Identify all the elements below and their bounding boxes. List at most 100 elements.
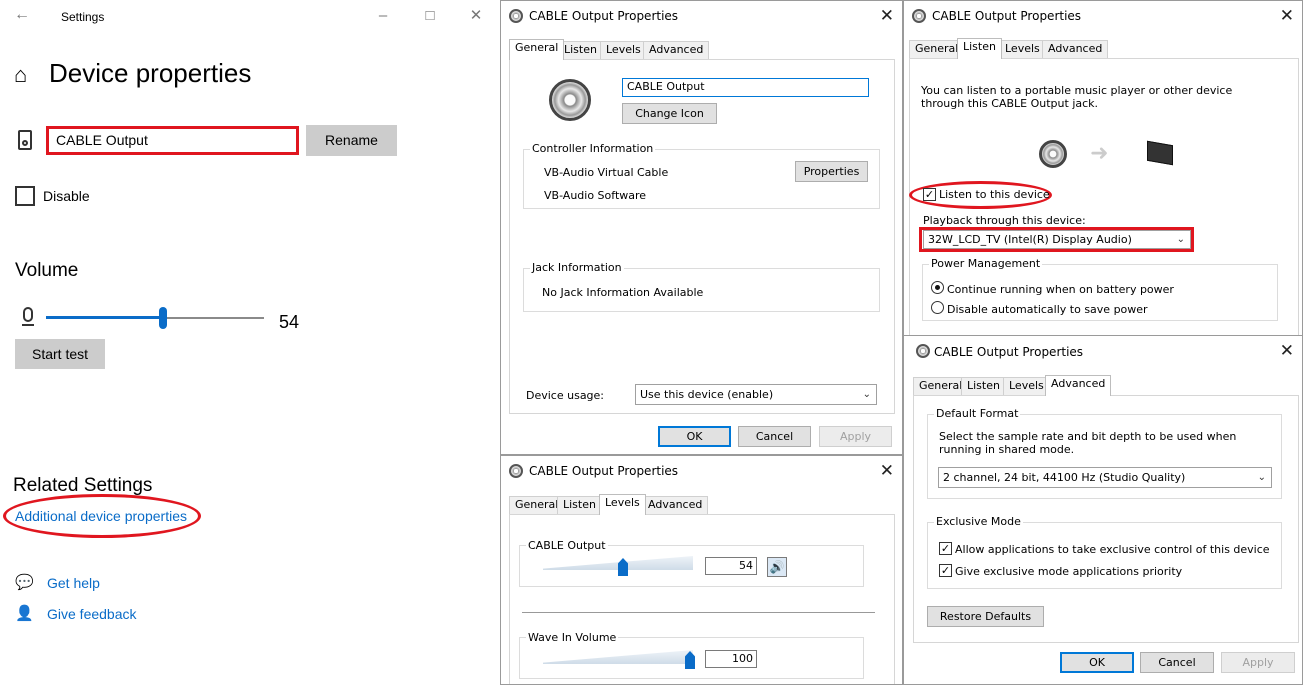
additional-device-properties-link[interactable]: Additional device properties bbox=[15, 508, 187, 524]
speaker-icon bbox=[509, 9, 523, 23]
wave-in-level-value[interactable]: 100 bbox=[705, 650, 757, 668]
exclusive-control-label: Allow applications to take exclusive con… bbox=[955, 543, 1270, 556]
listen-properties-dialog: CABLE Output Properties ✕ General Listen… bbox=[903, 0, 1303, 340]
change-icon-button[interactable]: Change Icon bbox=[622, 103, 717, 124]
volume-heading: Volume bbox=[15, 260, 79, 281]
ok-button[interactable]: OK bbox=[1060, 652, 1134, 673]
tab-advanced[interactable]: Advanced bbox=[1045, 375, 1112, 396]
apply-button[interactable]: Apply bbox=[1221, 652, 1295, 673]
jack-info-text: No Jack Information Available bbox=[542, 286, 704, 299]
speaker-device-icon bbox=[18, 130, 32, 150]
volume-value: 54 bbox=[279, 312, 300, 332]
speaker-icon bbox=[509, 464, 523, 478]
close-icon[interactable]: ✕ bbox=[1280, 341, 1294, 361]
format-value: 2 channel, 24 bit, 44100 Hz (Studio Qual… bbox=[943, 471, 1186, 484]
power-management-heading: Power Management bbox=[929, 257, 1043, 270]
cancel-button[interactable]: Cancel bbox=[1140, 652, 1214, 673]
power-option-continue-label: Continue running when on battery power bbox=[947, 283, 1174, 296]
tab-levels[interactable]: Levels bbox=[600, 41, 647, 59]
close-icon[interactable]: ✕ bbox=[880, 461, 894, 481]
format-select[interactable]: 2 channel, 24 bit, 44100 Hz (Studio Qual… bbox=[938, 467, 1272, 488]
restore-defaults-button[interactable]: Restore Defaults bbox=[927, 606, 1044, 627]
advanced-properties-dialog: CABLE Output Properties ✕ General Listen… bbox=[903, 335, 1303, 685]
listen-description: You can listen to a portable music playe… bbox=[921, 84, 1233, 110]
tab-listen[interactable]: Listen bbox=[961, 377, 1006, 395]
chevron-down-icon: ⌄ bbox=[862, 389, 871, 400]
ok-button[interactable]: OK bbox=[658, 426, 731, 447]
give-feedback-link[interactable]: Give feedback bbox=[47, 606, 137, 622]
close-icon[interactable]: ✕ bbox=[880, 6, 894, 26]
help-icon: 💬 bbox=[15, 574, 34, 591]
exclusive-priority-checkbox[interactable]: ✓ bbox=[939, 564, 952, 577]
controller-vendor: VB-Audio Software bbox=[544, 189, 647, 202]
cancel-button[interactable]: Cancel bbox=[738, 426, 811, 447]
rename-button[interactable]: Rename bbox=[306, 125, 397, 156]
dialog-title: CABLE Output Properties bbox=[529, 464, 679, 478]
dialog-titlebar: CABLE Output Properties ✕ bbox=[501, 1, 902, 31]
divider bbox=[522, 612, 875, 613]
disable-label: Disable bbox=[43, 188, 90, 204]
device-usage-label: Device usage: bbox=[526, 389, 605, 402]
tab-general[interactable]: General bbox=[509, 39, 565, 60]
window-title: Settings bbox=[61, 10, 105, 24]
playback-device-select[interactable]: 32W_LCD_TV (Intel(R) Display Audio) ⌄ bbox=[923, 230, 1191, 249]
close-icon[interactable]: ✕ bbox=[1280, 6, 1294, 26]
power-option-disable-radio[interactable] bbox=[931, 301, 944, 314]
home-icon[interactable]: ⌂ bbox=[14, 62, 27, 88]
speaker-icon bbox=[916, 344, 930, 358]
power-option-disable-label: Disable automatically to save power bbox=[947, 303, 1148, 316]
mute-speaker-icon[interactable]: 🔊 bbox=[767, 557, 787, 577]
tab-advanced[interactable]: Advanced bbox=[643, 41, 710, 59]
volume-slider-thumb[interactable] bbox=[159, 307, 167, 329]
tab-advanced[interactable]: Advanced bbox=[642, 496, 709, 514]
back-arrow-icon[interactable]: ← bbox=[14, 6, 30, 24]
get-help-link[interactable]: Get help bbox=[47, 575, 100, 591]
chevron-down-icon: ⌄ bbox=[1257, 472, 1266, 483]
tab-levels[interactable]: Levels bbox=[599, 494, 646, 515]
apply-button[interactable]: Apply bbox=[819, 426, 892, 447]
wave-in-level-label: Wave In Volume bbox=[526, 631, 619, 644]
close-button[interactable]: ✕ bbox=[461, 6, 491, 26]
default-format-heading: Default Format bbox=[934, 407, 1021, 420]
tab-listen[interactable]: Listen bbox=[558, 41, 603, 59]
dialog-titlebar: CABLE Output Properties ✕ bbox=[904, 1, 1302, 31]
device-name-input[interactable]: CABLE Output bbox=[46, 126, 299, 155]
page-title: Device properties bbox=[49, 58, 252, 88]
dialog-title: CABLE Output Properties bbox=[934, 345, 1084, 359]
controller-name: VB-Audio Virtual Cable bbox=[544, 166, 669, 179]
dialog-title: CABLE Output Properties bbox=[529, 9, 679, 23]
device-speaker-icon bbox=[549, 79, 591, 121]
cable-output-level-label: CABLE Output bbox=[526, 539, 608, 552]
tab-levels[interactable]: Levels bbox=[999, 40, 1046, 58]
device-usage-select[interactable]: Use this device (enable) ⌄ bbox=[635, 384, 877, 405]
general-properties-dialog: CABLE Output Properties ✕ General Listen… bbox=[500, 0, 903, 455]
playback-label: Playback through this device: bbox=[923, 214, 1086, 227]
tab-levels[interactable]: Levels bbox=[1003, 377, 1050, 395]
playback-device-value: 32W_LCD_TV (Intel(R) Display Audio) bbox=[928, 233, 1132, 246]
maximize-button[interactable]: □ bbox=[415, 6, 445, 26]
power-option-continue-radio[interactable] bbox=[931, 281, 944, 294]
disable-checkbox[interactable] bbox=[15, 186, 35, 206]
start-test-button[interactable]: Start test bbox=[15, 339, 105, 369]
listen-checkbox[interactable]: ✓ bbox=[923, 188, 936, 201]
minimize-button[interactable]: – bbox=[368, 6, 398, 26]
properties-button[interactable]: Properties bbox=[795, 161, 868, 182]
device-name-field[interactable]: CABLE Output bbox=[622, 78, 869, 97]
jack-info-heading: Jack Information bbox=[530, 261, 624, 274]
dialog-title: CABLE Output Properties bbox=[932, 9, 1082, 23]
tab-listen[interactable]: Listen bbox=[557, 496, 602, 514]
controller-info-heading: Controller Information bbox=[530, 142, 656, 155]
feedback-icon: 👤 bbox=[15, 605, 34, 622]
source-speaker-icon bbox=[1039, 140, 1067, 168]
device-usage-value: Use this device (enable) bbox=[640, 388, 774, 401]
cable-output-level-value[interactable]: 54 bbox=[705, 557, 757, 575]
tab-advanced[interactable]: Advanced bbox=[1042, 40, 1109, 58]
exclusive-control-checkbox[interactable]: ✓ bbox=[939, 542, 952, 555]
exclusive-mode-heading: Exclusive Mode bbox=[934, 515, 1023, 528]
volume-slider-fill bbox=[46, 316, 163, 319]
tab-listen[interactable]: Listen bbox=[957, 38, 1002, 59]
dialog-titlebar: CABLE Output Properties ✕ bbox=[904, 336, 1302, 366]
levels-properties-dialog: CABLE Output Properties ✕ General Listen… bbox=[500, 455, 903, 685]
dialog-titlebar: CABLE Output Properties ✕ bbox=[501, 456, 902, 486]
settings-window: ← Settings – □ ✕ ⌂ Device properties CAB… bbox=[0, 0, 500, 685]
